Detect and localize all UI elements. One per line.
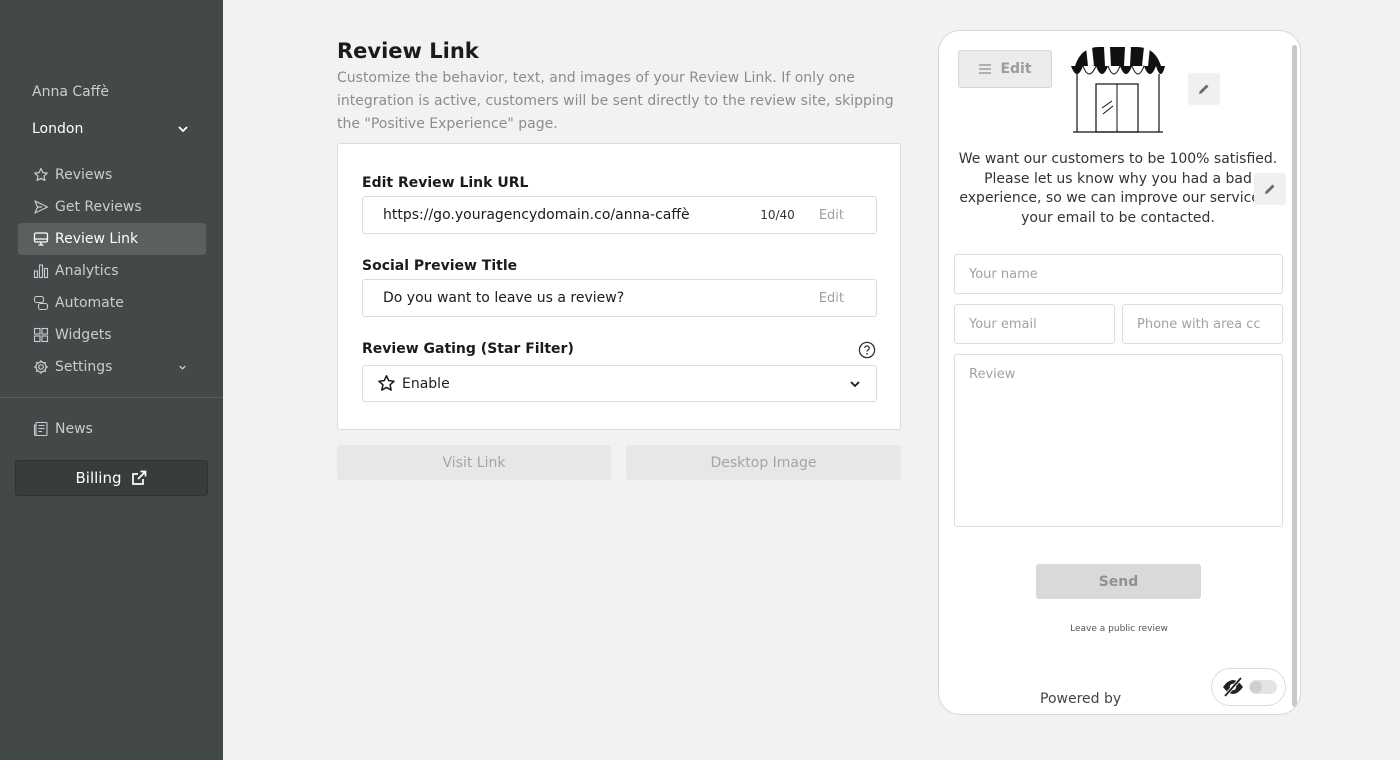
pencil-icon [1265,184,1275,194]
help-icon[interactable] [858,341,876,359]
sidebar-item-news[interactable]: News [18,413,206,445]
pencil-icon [1199,84,1209,94]
phone-input[interactable]: Phone with area cc [1122,304,1283,344]
automate-icon [32,295,49,312]
sidebar-item-label: Widgets [55,327,112,343]
sidebar-item-label: Review Link [55,231,139,247]
chevron-down-icon [179,365,186,370]
social-title-label: Social Preview Title [362,258,518,274]
page-title: Review Link [337,39,479,63]
billing-label: Billing [75,469,122,487]
sidebar-item-label: Analytics [55,263,119,279]
sidebar-item-label: News [55,421,93,437]
page-description: Customize the behavior, text, and images… [337,70,894,132]
visit-link-button[interactable]: Visit Link [337,445,611,480]
url-char-count: 10/40 [760,208,795,222]
sidebar-item-label: Settings [55,359,113,375]
review-textarea[interactable]: Review [954,354,1283,527]
sidebar-divider [0,397,223,398]
sidebar: Anna Caffè London Reviews Get Reviews Re… [0,0,223,760]
url-edit-button[interactable]: Edit [819,208,844,223]
chevron-down-icon [178,126,188,133]
chevron-down-icon [850,380,860,387]
preview-edit-button[interactable]: Edit [958,50,1052,88]
star-icon [378,375,395,391]
storefront-icon [1071,46,1165,133]
location-selector[interactable]: London [32,121,190,137]
preview-message: We want our customers to be 100% satisfi… [958,151,1278,226]
sidebar-item-review-link[interactable]: Review Link [18,223,206,255]
sidebar-item-automate[interactable]: Automate [18,287,206,319]
social-title-field[interactable]: Do you want to leave us a review? Edit [362,279,877,317]
star-icon [32,167,49,184]
eye-off-icon [1222,676,1243,698]
public-review-link[interactable]: Leave a public review [939,624,1299,634]
billing-button[interactable]: Billing [15,460,208,496]
sidebar-item-get-reviews[interactable]: Get Reviews [18,191,206,223]
social-title-value: Do you want to leave us a review? [383,290,625,306]
url-value: https://go.youragencydomain.co/anna-caff… [383,207,690,223]
desktop-image-button[interactable]: Desktop Image [626,445,901,480]
edit-message-button[interactable] [1254,173,1286,205]
sidebar-nav: Reviews Get Reviews Review Link Analytic… [18,159,206,383]
sidebar-item-reviews[interactable]: Reviews [18,159,206,191]
sidebar-item-settings[interactable]: Settings [18,351,206,383]
edit-image-button[interactable] [1188,73,1220,105]
send-icon [32,199,49,216]
widgets-icon [32,327,49,344]
url-field-label: Edit Review Link URL [362,175,529,191]
gating-value: Enable [402,375,450,392]
email-input[interactable]: Your email [954,304,1115,344]
mobile-preview: Edit We want our customers to be 100% sa… [938,30,1301,715]
sidebar-item-widgets[interactable]: Widgets [18,319,206,351]
social-title-edit-button[interactable]: Edit [819,291,844,306]
sidebar-item-analytics[interactable]: Analytics [18,255,206,287]
sidebar-item-label: Automate [55,295,124,311]
toggle-switch[interactable] [1248,680,1277,694]
preview-scrollbar[interactable] [1292,45,1297,707]
external-link-icon [131,470,146,485]
sidebar-news: News [18,413,206,445]
preview-edit-label: Edit [1000,61,1032,77]
sidebar-item-label: Get Reviews [55,199,142,215]
business-name: Anna Caffè [32,84,109,100]
gating-select[interactable]: Enable [362,365,877,402]
powered-by-label: Powered by [1040,691,1122,707]
location-label: London [32,121,84,137]
bar-chart-icon [32,263,49,280]
url-field[interactable]: https://go.youragencydomain.co/anna-caff… [362,196,877,234]
newspaper-icon [32,421,49,438]
menu-icon [979,64,992,74]
name-input[interactable]: Your name [954,254,1283,294]
gating-label: Review Gating (Star Filter) [362,341,574,357]
visibility-toggle[interactable] [1211,668,1286,706]
gear-icon [32,359,49,376]
sidebar-item-label: Reviews [55,167,113,183]
monitor-icon [32,231,49,248]
review-link-settings-card: Edit Review Link URL https://go.youragen… [337,143,901,430]
send-button[interactable]: Send [1036,564,1201,599]
